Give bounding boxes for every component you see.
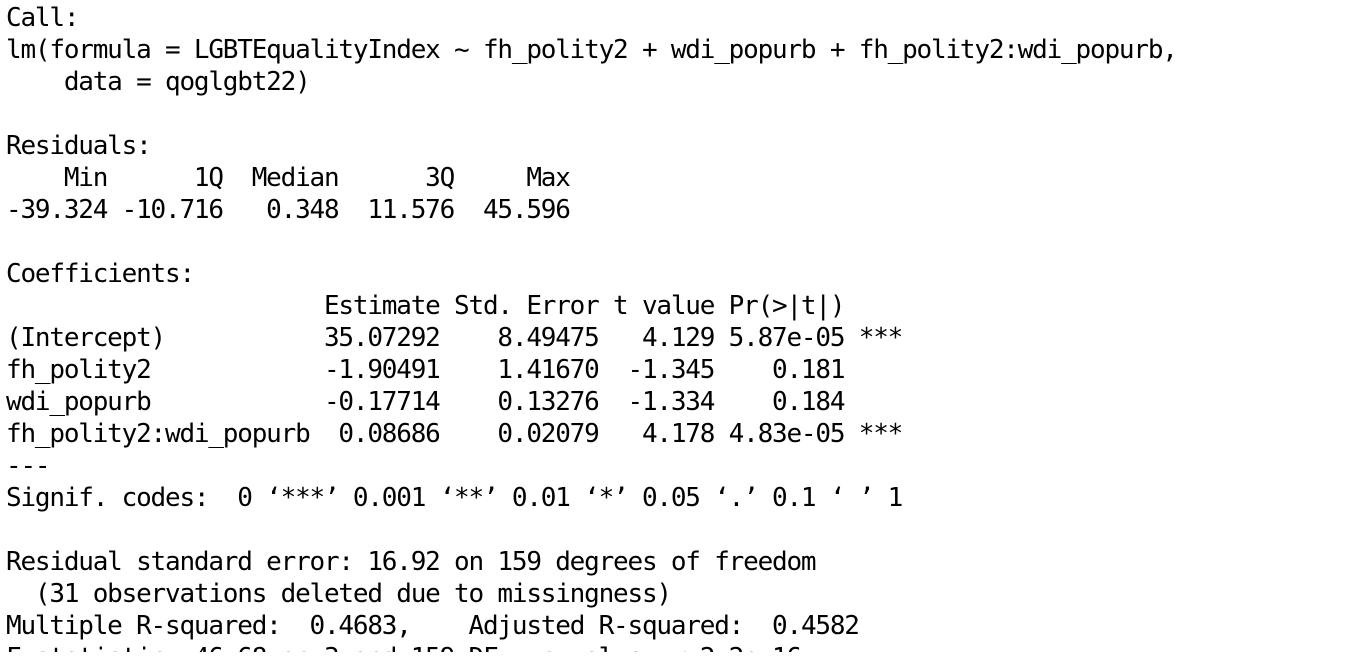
f-statistic-line: F-statistic: 46.68 on 3 and 159 DF, p-va…: [6, 642, 1341, 652]
missingness-note-line: (31 observations deleted due to missingn…: [6, 579, 672, 609]
separator-line: ---: [6, 451, 51, 481]
coefficient-row-wdi-popurb: wdi_popurb -0.17714 0.13276 -1.334 0.184: [6, 387, 903, 417]
coefficients-header: Estimate Std. Error t value Pr(>|t|): [6, 291, 903, 321]
r-console-output: Call: lm(formula = LGBTEqualityIndex ~ f…: [6, 2, 1341, 652]
r-squared-line: Multiple R-squared: 0.4683, Adjusted R-s…: [6, 611, 874, 641]
residual-standard-error-line: Residual standard error: 16.92 on 159 de…: [6, 547, 817, 577]
call-label: Call:: [6, 3, 79, 33]
signif-codes-line: Signif. codes: 0 ‘***’ 0.001 ‘**’ 0.01 ‘…: [6, 483, 903, 513]
coefficient-row-interaction: fh_polity2:wdi_popurb 0.08686 0.02079 4.…: [6, 419, 903, 449]
residuals-header: Min 1Q Median 3Q Max: [6, 163, 585, 193]
residuals-values: -39.324 -10.716 0.348 11.576 45.596: [6, 195, 585, 225]
coefficients-label: Coefficients:: [6, 259, 195, 289]
coefficient-row-fh-polity2: fh_polity2 -1.90491 1.41670 -1.345 0.181: [6, 355, 903, 385]
coefficient-row-intercept: (Intercept) 35.07292 8.49475 4.129 5.87e…: [6, 323, 903, 353]
residuals-label: Residuals:: [6, 131, 152, 161]
formula-line: lm(formula = LGBTEqualityIndex ~ fh_poli…: [6, 35, 1178, 65]
data-argument-line: data = qoglgbt22): [6, 67, 311, 97]
